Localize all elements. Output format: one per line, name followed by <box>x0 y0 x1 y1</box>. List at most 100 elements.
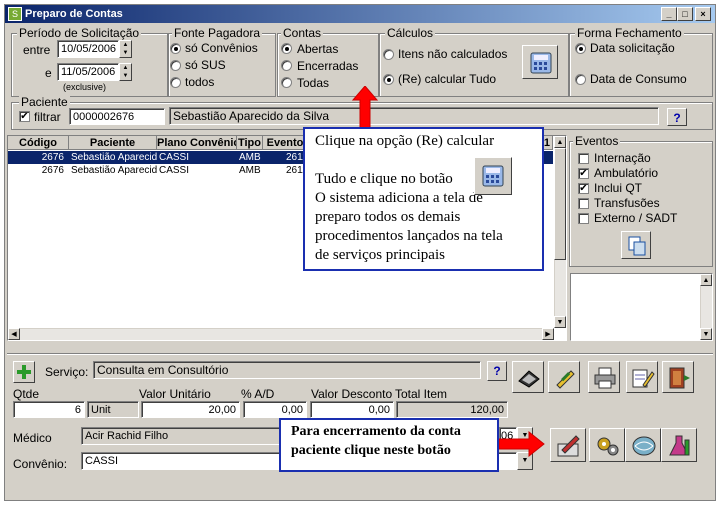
calculos-recalcular-label: (Re) calcular Tudo <box>398 72 497 86</box>
paciente-help-button[interactable]: ? <box>667 108 687 126</box>
fonte-sus-radio[interactable] <box>170 60 181 71</box>
close-button[interactable]: × <box>695 7 711 21</box>
calculos-nao-calculados-radio[interactable] <box>383 49 394 60</box>
entre-label: entre <box>23 43 51 57</box>
plus-icon <box>17 365 31 379</box>
col-paciente-header[interactable]: Paciente <box>69 136 157 150</box>
callout-top-line2-text: Tudo e clique no botão <box>315 171 453 187</box>
report-button[interactable] <box>626 361 658 393</box>
ambulatorio-checkbox[interactable]: ✔ <box>578 168 589 179</box>
process-gears-button[interactable] <box>589 428 625 462</box>
col-codigo-header[interactable]: Código <box>8 136 69 150</box>
document-edit-icon <box>632 369 655 388</box>
callout-bottom-line1: Para encerramento da conta <box>291 424 461 439</box>
eventos-scroll-up[interactable]: ▲ <box>700 274 712 286</box>
save-disk-button[interactable] <box>512 361 544 393</box>
qtde-input[interactable]: 6 <box>13 401 85 418</box>
scroll-left-button[interactable]: ◀ <box>8 328 20 340</box>
fonte-legend: Fonte Pagadora <box>172 26 263 40</box>
fonte-todos-radio[interactable] <box>170 77 181 88</box>
inclui-qt-checkbox[interactable]: ✔ <box>578 183 589 194</box>
eventos-scroll-down[interactable]: ▼ <box>700 328 712 340</box>
print-button[interactable] <box>588 361 620 393</box>
fonte-convenios-label: só Convênios <box>185 41 258 55</box>
calculos-recalcular-radio[interactable] <box>383 74 394 85</box>
scroll-right-button[interactable]: ▶ <box>542 328 554 340</box>
section-divider <box>7 353 713 355</box>
periodo-legend: Período de Solicitação <box>17 26 142 40</box>
valor-unitario-input[interactable]: 20,00 <box>141 401 240 418</box>
contas-abertas-radio[interactable] <box>281 43 292 54</box>
copy-events-button[interactable] <box>621 231 651 259</box>
callout-arrow-right <box>499 431 545 457</box>
paciente-code-input[interactable]: 0000002676 <box>69 108 165 125</box>
printer-icon <box>594 367 616 389</box>
door-exit-icon <box>669 367 690 389</box>
ambulatorio-label: Ambulatório <box>594 166 659 180</box>
eventos-legend: Eventos <box>573 134 621 148</box>
table-horizontal-scrollbar[interactable] <box>8 328 554 340</box>
calculate-button[interactable] <box>522 45 558 79</box>
calculator-icon <box>530 52 552 74</box>
callout-top-line1: Clique na opção (Re) calcular <box>315 133 495 149</box>
exit-door-button[interactable] <box>662 361 694 393</box>
filtrar-checkbox[interactable]: ✔ <box>19 111 30 122</box>
paciente-legend: Paciente <box>19 95 70 109</box>
valor-desconto-input[interactable]: 0,00 <box>310 401 394 418</box>
cell-paciente: Sebastião Aparecido <box>71 165 157 176</box>
pct-ad-input[interactable]: 0,00 <box>243 401 307 418</box>
paciente-name-field: Sebastião Aparecido da Silva <box>169 107 659 125</box>
col-tipo-header[interactable]: Tipo <box>237 136 263 150</box>
forma-data-consumo-label: Data de Consumo <box>590 72 687 86</box>
transfusoes-checkbox[interactable] <box>578 198 589 209</box>
close-account-button[interactable] <box>550 428 586 462</box>
servico-help-button[interactable]: ? <box>487 361 507 381</box>
end-date-input[interactable]: 11/05/2006 <box>57 63 119 81</box>
cell-codigo: 2676 <box>41 152 64 163</box>
contas-todas-radio[interactable] <box>281 77 292 88</box>
start-date-spinner[interactable]: ▲ ▼ <box>119 40 132 58</box>
contas-abertas-label: Abertas <box>297 42 339 56</box>
scroll-thumb[interactable] <box>554 148 566 260</box>
calculator-icon <box>482 165 504 187</box>
maximize-button[interactable]: □ <box>677 7 693 21</box>
e-label: e <box>45 66 52 80</box>
col-evento-header[interactable]: Evento <box>263 136 308 150</box>
minimize-button[interactable]: _ <box>661 7 677 21</box>
contas-encerradas-label: Encerradas <box>297 59 359 73</box>
instruction-callout-top: Clique na opção (Re) calcular Tudo e cli… <box>303 127 544 271</box>
calculos-legend: Cálculos <box>385 26 436 40</box>
cell-plano: CASSI <box>159 152 190 163</box>
add-servico-button[interactable] <box>13 361 35 383</box>
medico-field: Acir Rachid Filho <box>81 427 285 445</box>
fonte-convenios-radio[interactable] <box>170 43 181 54</box>
callout-arrow-up <box>352 86 378 132</box>
servico-field: Consulta em Consultório <box>93 361 481 379</box>
pencil-icon <box>556 370 575 389</box>
externo-sadt-checkbox[interactable] <box>578 213 589 224</box>
valor-desconto-label: Valor Desconto <box>311 387 393 401</box>
inclui-qt-label: Inclui QT <box>594 181 643 195</box>
edit-pencil-button[interactable] <box>548 361 580 393</box>
contas-encerradas-radio[interactable] <box>281 60 292 71</box>
scroll-down-button[interactable]: ▼ <box>554 316 566 328</box>
internacao-label: Internação <box>594 151 651 165</box>
eventos-list[interactable]: ▲ ▼ <box>570 273 713 341</box>
disk-icon <box>518 370 540 388</box>
start-date-input[interactable]: 10/05/2006 <box>57 40 119 58</box>
internacao-checkbox[interactable] <box>578 153 589 164</box>
globe-button[interactable] <box>625 428 661 462</box>
lab-flask-button[interactable] <box>661 428 697 462</box>
forma-data-solicitacao-radio[interactable] <box>575 43 586 54</box>
forma-legend: Forma Fechamento <box>575 26 684 40</box>
total-item-field: 120,00 <box>396 401 508 418</box>
forma-data-consumo-radio[interactable] <box>575 74 586 85</box>
cell-paciente: Sebastião Aparecido <box>71 152 157 163</box>
flask-icon <box>669 435 690 456</box>
col-plano-header[interactable]: Plano Convênio <box>157 136 237 150</box>
window-title: Preparo de Contas <box>25 8 123 20</box>
convenio-label: Convênio: <box>13 457 68 471</box>
scroll-up-button[interactable]: ▲ <box>554 136 566 148</box>
cell-tipo: AMB <box>239 152 261 163</box>
end-date-spinner[interactable]: ▲ ▼ <box>119 63 132 81</box>
